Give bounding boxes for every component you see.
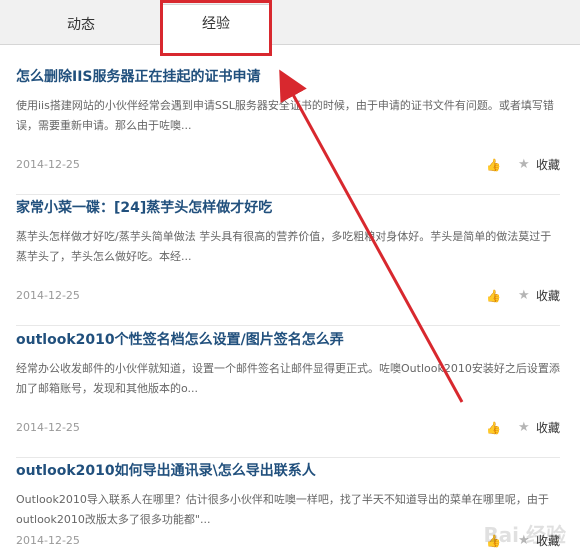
watermark: Bai 经验 (483, 523, 566, 547)
annotation-arrow (279, 69, 464, 403)
